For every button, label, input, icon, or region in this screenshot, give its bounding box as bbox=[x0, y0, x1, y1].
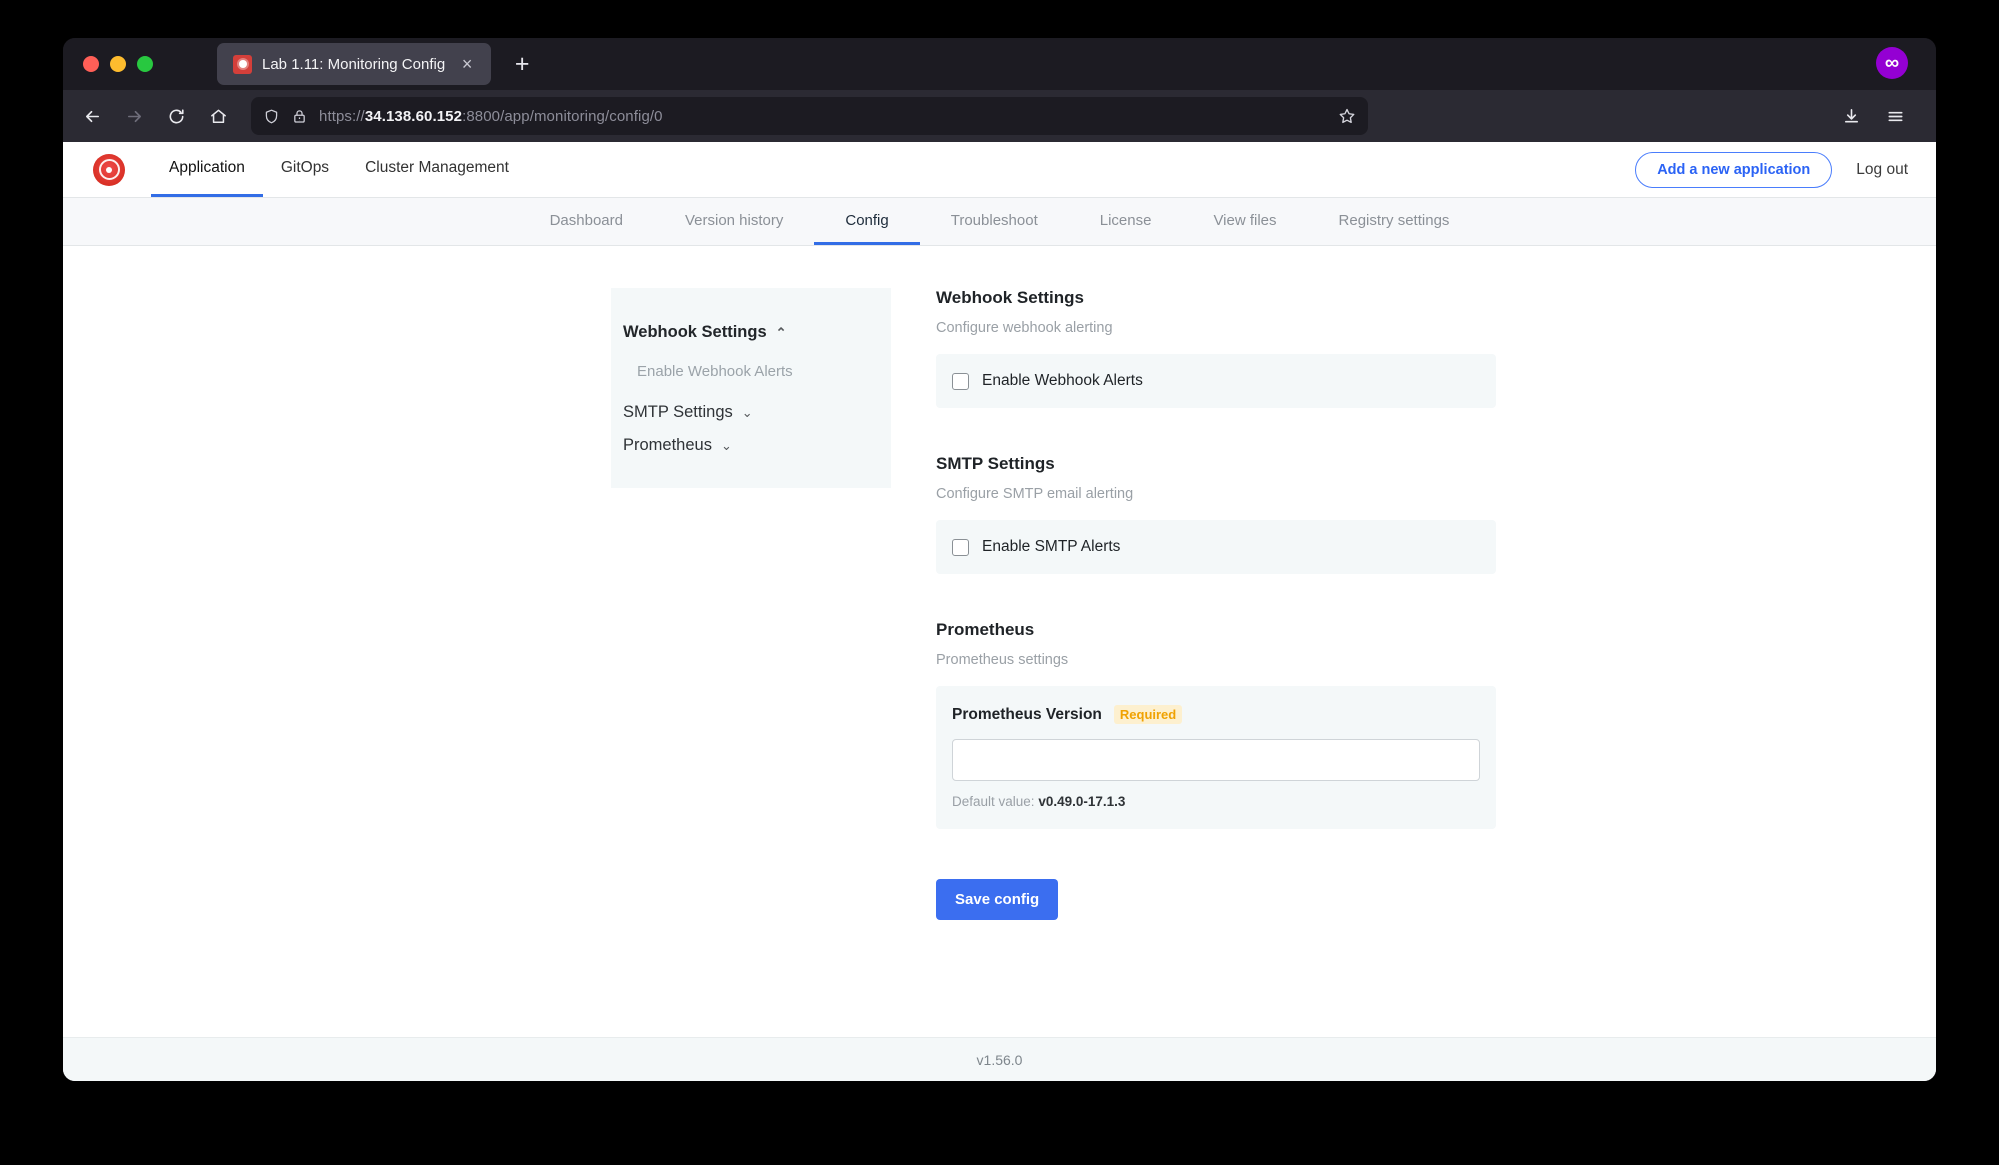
browser-nav-toolbar: https://34.138.60.152:8800/app/monitorin… bbox=[63, 90, 1936, 142]
side-group-prometheus: Prometheus ⌄ bbox=[611, 429, 891, 462]
tab-label: Dashboard bbox=[549, 211, 623, 229]
side-group-webhook-settings: Webhook Settings ⌃ Enable Webhook Alerts bbox=[611, 316, 891, 396]
tab-label: View files bbox=[1213, 211, 1277, 229]
side-nav-item-prometheus[interactable]: Prometheus ⌄ bbox=[623, 429, 891, 462]
lock-warning-icon[interactable] bbox=[291, 108, 308, 125]
enable-webhook-alerts-checkbox[interactable] bbox=[952, 372, 969, 390]
side-nav-item-webhook-settings[interactable]: Webhook Settings ⌃ bbox=[623, 316, 891, 349]
back-icon[interactable] bbox=[73, 97, 111, 135]
app-version-label: v1.56.0 bbox=[976, 1051, 1023, 1068]
home-icon[interactable] bbox=[199, 97, 237, 135]
forward-icon[interactable] bbox=[115, 97, 153, 135]
section-title: SMTP Settings bbox=[936, 454, 1055, 473]
logout-link[interactable]: Log out bbox=[1856, 161, 1908, 179]
side-nav-item-smtp-settings[interactable]: SMTP Settings ⌄ bbox=[623, 396, 891, 429]
side-nav-subitem-enable-webhook-alerts[interactable]: Enable Webhook Alerts bbox=[623, 349, 891, 396]
chevron-down-icon: ⌄ bbox=[720, 438, 732, 453]
bookmark-star-icon[interactable] bbox=[1338, 107, 1356, 125]
config-side-nav: Webhook Settings ⌃ Enable Webhook Alerts… bbox=[611, 288, 891, 488]
section-title: Webhook Settings bbox=[936, 288, 1084, 307]
secondary-tab-bar: Dashboard Version history Config Trouble… bbox=[63, 198, 1936, 246]
section-description: Prometheus settings bbox=[936, 652, 1069, 668]
url-bar[interactable]: https://34.138.60.152:8800/app/monitorin… bbox=[251, 97, 1368, 135]
tab-label: License bbox=[1099, 211, 1152, 229]
tab-registry-settings[interactable]: Registry settings bbox=[1308, 198, 1481, 245]
required-badge: Required bbox=[1113, 705, 1183, 724]
config-settings-column: Webhook Settings Configure webhook alert… bbox=[936, 288, 1496, 920]
page-footer: v1.56.0 bbox=[63, 1037, 1936, 1081]
reload-icon[interactable] bbox=[157, 97, 195, 135]
section-smtp-settings: SMTP Settings Configure SMTP email alert… bbox=[936, 454, 1496, 574]
chevron-up-icon: ⌃ bbox=[775, 325, 787, 340]
default-value-text: v0.49.0-17.1.3 bbox=[1038, 794, 1126, 809]
enable-smtp-alerts-checkbox[interactable] bbox=[952, 538, 969, 556]
section-prometheus: Prometheus Prometheus settings Prometheu… bbox=[936, 620, 1496, 829]
tab-label: Troubleshoot bbox=[950, 211, 1038, 229]
enable-smtp-alerts-row[interactable]: Enable SMTP Alerts bbox=[936, 520, 1496, 574]
profile-badge-icon[interactable]: ∞ bbox=[1876, 47, 1908, 79]
browser-toolbar-actions bbox=[1832, 97, 1914, 135]
prometheus-version-label-row: Prometheus Version Required bbox=[952, 705, 1480, 724]
checkbox-label: Enable SMTP Alerts bbox=[982, 538, 1121, 555]
side-nav-label: Prometheus bbox=[623, 436, 712, 454]
browser-tab-strip: Lab 1.11: Monitoring Config × + ∞ bbox=[63, 38, 1936, 90]
side-nav-label: SMTP Settings bbox=[623, 403, 733, 421]
kots-alarm-logo bbox=[93, 153, 125, 186]
add-new-application-button[interactable]: Add a new application bbox=[1635, 151, 1833, 188]
alarm-siren-favicon bbox=[233, 54, 252, 74]
checkbox-label: Enable Webhook Alerts bbox=[982, 372, 1143, 389]
browser-window: Lab 1.11: Monitoring Config × + ∞ https:… bbox=[63, 38, 1936, 1081]
chevron-down-icon: ⌄ bbox=[741, 405, 753, 420]
url-text: https://34.138.60.152:8800/app/monitorin… bbox=[319, 107, 663, 125]
enable-webhook-alerts-row[interactable]: Enable Webhook Alerts bbox=[936, 354, 1496, 408]
default-value-hint: Default value: v0.49.0-17.1.3 bbox=[952, 794, 1480, 809]
prometheus-version-card: Prometheus Version Required Default valu… bbox=[936, 686, 1496, 829]
window-maximize-button[interactable] bbox=[137, 56, 153, 72]
save-config-button[interactable]: Save config bbox=[936, 879, 1059, 920]
tab-label: Config bbox=[845, 211, 889, 229]
nav-item-label: Cluster Management bbox=[365, 159, 509, 176]
browser-tab[interactable]: Lab 1.11: Monitoring Config × bbox=[217, 43, 492, 85]
field-label: Prometheus Version bbox=[952, 705, 1102, 723]
nav-item-label: Application bbox=[169, 159, 245, 176]
nav-item-label: GitOps bbox=[280, 159, 330, 176]
tab-config[interactable]: Config bbox=[814, 198, 920, 245]
default-value-prefix: Default value: bbox=[952, 794, 1035, 809]
primary-nav: Application GitOps Cluster Management bbox=[151, 142, 527, 197]
tab-view-files[interactable]: View files bbox=[1182, 198, 1307, 245]
tab-version-history[interactable]: Version history bbox=[654, 198, 814, 245]
browser-tab-title: Lab 1.11: Monitoring Config bbox=[262, 55, 446, 73]
app-header: Application GitOps Cluster Management Ad… bbox=[63, 142, 1936, 198]
tab-dashboard[interactable]: Dashboard bbox=[519, 198, 654, 245]
section-description: Configure webhook alerting bbox=[936, 320, 1113, 336]
config-layout: Webhook Settings ⌃ Enable Webhook Alerts… bbox=[63, 246, 1936, 920]
nav-item-cluster-management[interactable]: Cluster Management bbox=[347, 142, 527, 197]
prometheus-version-input[interactable] bbox=[952, 739, 1480, 781]
shield-icon[interactable] bbox=[263, 108, 280, 125]
section-webhook-settings: Webhook Settings Configure webhook alert… bbox=[936, 288, 1496, 408]
close-icon[interactable]: × bbox=[455, 52, 479, 76]
tab-label: Version history bbox=[684, 211, 784, 229]
section-description: Configure SMTP email alerting bbox=[936, 486, 1134, 502]
nav-item-application[interactable]: Application bbox=[151, 142, 263, 197]
section-title: Prometheus bbox=[936, 620, 1035, 639]
tab-license[interactable]: License bbox=[1069, 198, 1183, 245]
window-close-button[interactable] bbox=[83, 56, 99, 72]
nav-item-gitops[interactable]: GitOps bbox=[263, 142, 347, 197]
header-actions: Add a new application Log out bbox=[1635, 151, 1908, 188]
tab-label: Registry settings bbox=[1338, 211, 1450, 229]
hamburger-menu-icon[interactable] bbox=[1876, 97, 1914, 135]
app-page: Application GitOps Cluster Management Ad… bbox=[63, 142, 1936, 1081]
window-traffic-lights bbox=[77, 56, 163, 72]
tab-troubleshoot[interactable]: Troubleshoot bbox=[920, 198, 1069, 245]
side-nav-label: Webhook Settings bbox=[623, 323, 767, 341]
download-icon[interactable] bbox=[1832, 97, 1870, 135]
new-tab-button[interactable]: + bbox=[505, 47, 539, 81]
config-content-area: Webhook Settings ⌃ Enable Webhook Alerts… bbox=[63, 246, 1936, 1037]
side-group-smtp-settings: SMTP Settings ⌄ bbox=[611, 396, 891, 429]
window-minimize-button[interactable] bbox=[110, 56, 126, 72]
